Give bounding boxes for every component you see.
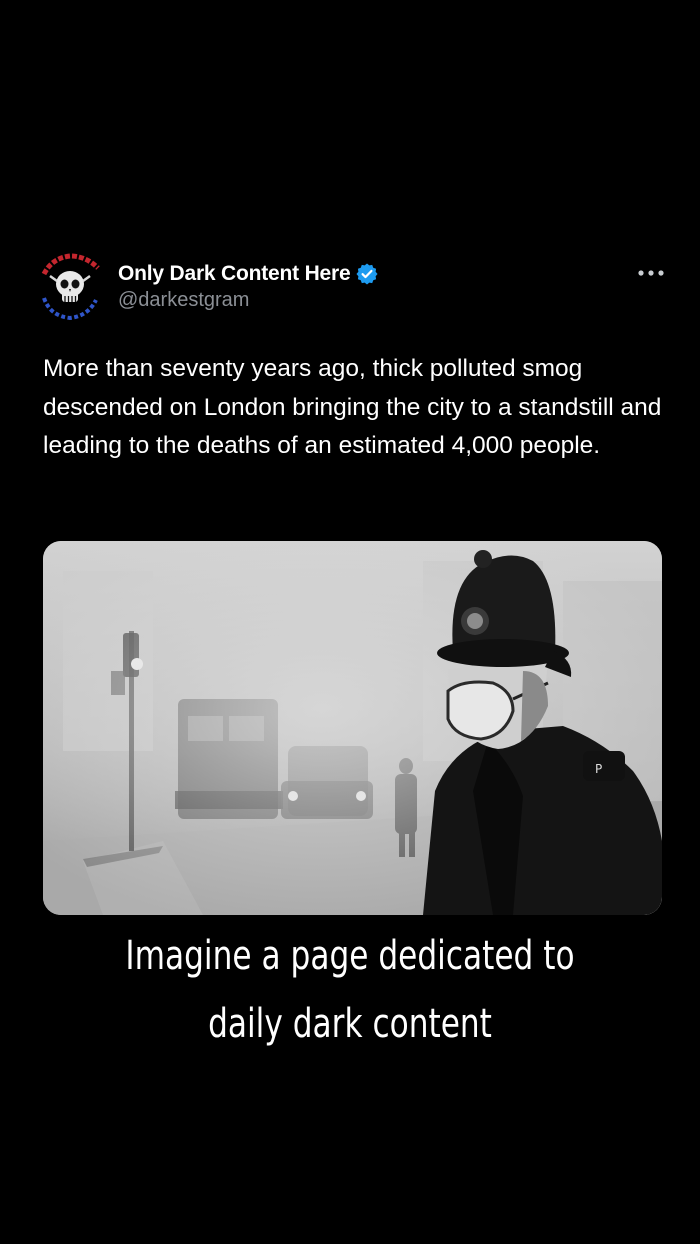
post-photo[interactable]: P bbox=[43, 541, 662, 915]
caption-text: Imagine a page dedicated to daily dark c… bbox=[125, 933, 575, 1047]
author-names: Only Dark Content Here @darkestgram bbox=[118, 260, 378, 312]
svg-text:P: P bbox=[595, 762, 602, 776]
tweet-post: Only Dark Content Here @darkestgram More… bbox=[0, 0, 700, 1244]
display-name-row: Only Dark Content Here bbox=[118, 260, 378, 288]
post-text: More than seventy years ago, thick pollu… bbox=[43, 355, 662, 459]
verified-badge-icon bbox=[355, 263, 378, 285]
display-name[interactable]: Only Dark Content Here bbox=[118, 262, 351, 286]
smog-police-photo: P bbox=[43, 541, 662, 915]
skull-logo-icon bbox=[41, 253, 100, 321]
more-horizontal-icon[interactable] bbox=[637, 268, 665, 278]
author-handle[interactable]: @darkestgram bbox=[118, 289, 378, 312]
avatar[interactable] bbox=[40, 252, 104, 324]
post-header: Only Dark Content Here @darkestgram bbox=[40, 252, 665, 332]
